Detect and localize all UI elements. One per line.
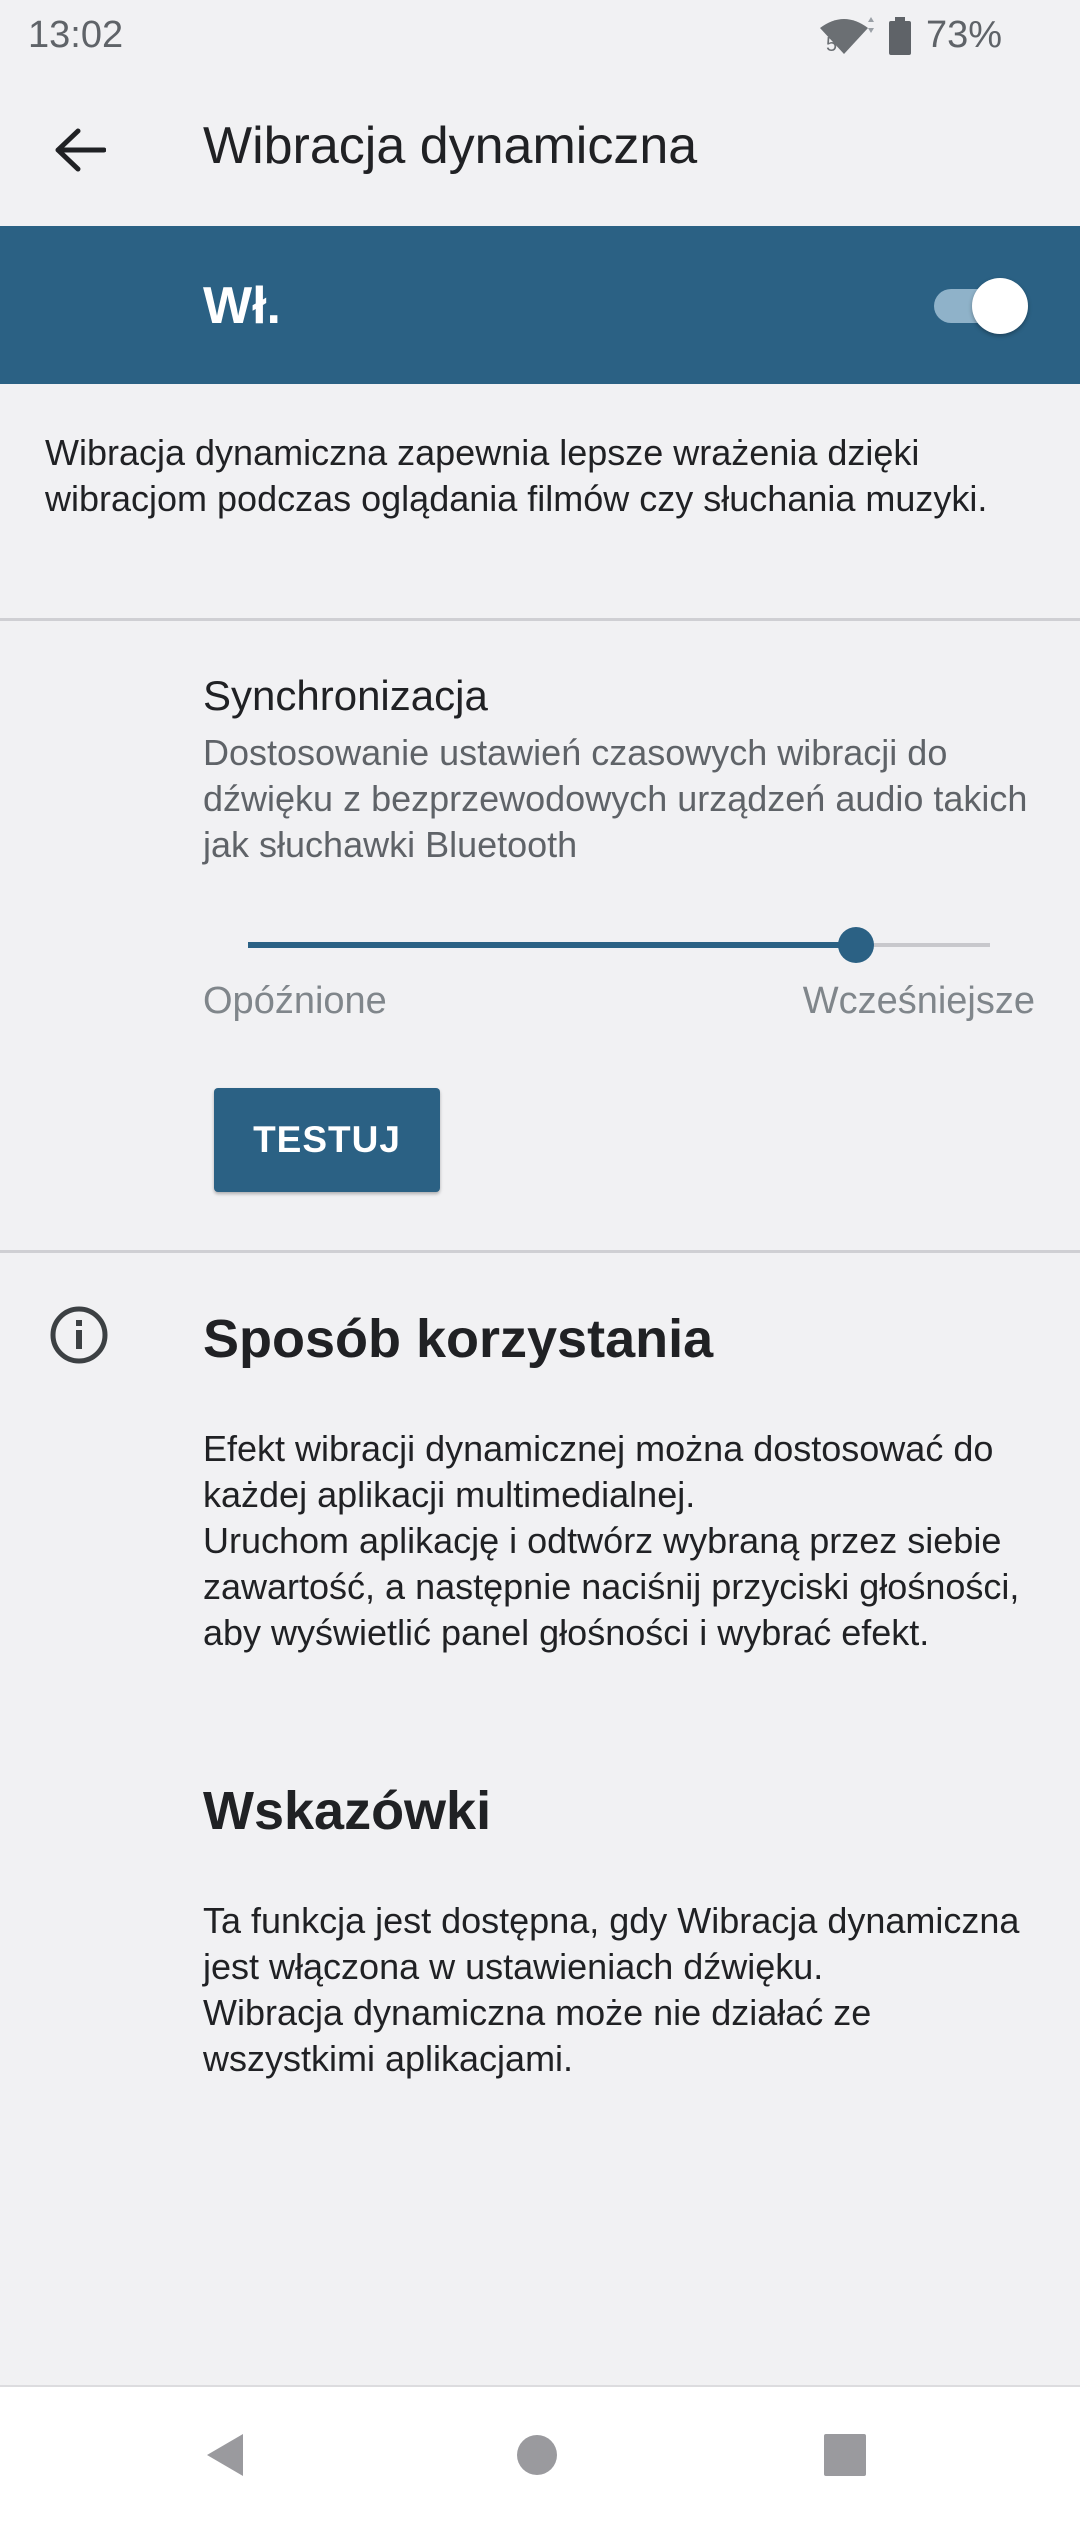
divider (0, 618, 1080, 621)
sync-description: Dostosowanie ustawień czasowych wibracji… (203, 732, 1028, 865)
sync-slider[interactable] (248, 918, 990, 972)
feature-description: Wibracja dynamiczna zapewnia lepsze wraż… (45, 432, 988, 519)
back-button[interactable] (40, 112, 120, 192)
nav-home-button[interactable] (507, 2427, 567, 2487)
master-switch-bar[interactable]: Wł. (0, 226, 1080, 384)
how-to-paragraph: Efekt wibracji dynamicznej można dostoso… (203, 1428, 994, 1515)
slider-fill (248, 942, 857, 948)
tips-paragraph: Ta funkcja jest dostępna, gdy Wibracja d… (203, 1900, 1020, 1987)
nav-home-icon (515, 2433, 559, 2482)
master-switch-label: Wł. (203, 277, 281, 335)
battery-percent: 73% (925, 14, 1002, 56)
info-icon (48, 1304, 110, 1366)
status-icons: 5 73% (818, 14, 1002, 57)
status-time: 13:02 (28, 14, 124, 56)
toggle-thumb (972, 278, 1028, 334)
how-to-paragraph: Uruchom aplikację i odtwórz wybraną prze… (203, 1520, 1020, 1653)
system-nav-bar (0, 2385, 1080, 2522)
slider-max-label: Wcześniejsze (802, 980, 1035, 1022)
status-bar: 13:02 5 73% (0, 0, 1080, 70)
divider (0, 1250, 1080, 1253)
slider-thumb[interactable] (838, 927, 875, 963)
tips-body: Ta funkcja jest dostępna, gdy Wibracja d… (203, 1898, 1053, 2082)
nav-recents-icon (824, 2433, 866, 2481)
battery-icon (888, 16, 912, 55)
arrow-back-icon (54, 128, 107, 177)
tips-heading: Wskazówki (203, 1781, 492, 1841)
how-to-body: Efekt wibracji dynamicznej można dostoso… (203, 1426, 1053, 1656)
how-to-heading: Sposób korzystania (203, 1309, 714, 1369)
wifi-icon: 5 (818, 16, 874, 56)
page-title: Wibracja dynamiczna (203, 117, 698, 175)
nav-back-button[interactable] (195, 2427, 255, 2487)
app-bar: Wibracja dynamiczna (0, 70, 1080, 226)
tips-paragraph: Wibracja dynamiczna może nie działać ze … (203, 1992, 872, 2079)
sync-title: Synchronizacja (203, 672, 488, 719)
test-button[interactable]: TESTUJ (214, 1088, 440, 1192)
slider-min-label: Opóźnione (203, 980, 387, 1022)
nav-recents-button[interactable] (815, 2427, 875, 2487)
network-type-label: 5 (825, 33, 838, 56)
nav-back-icon (203, 2432, 247, 2483)
master-toggle[interactable] (932, 278, 1028, 334)
